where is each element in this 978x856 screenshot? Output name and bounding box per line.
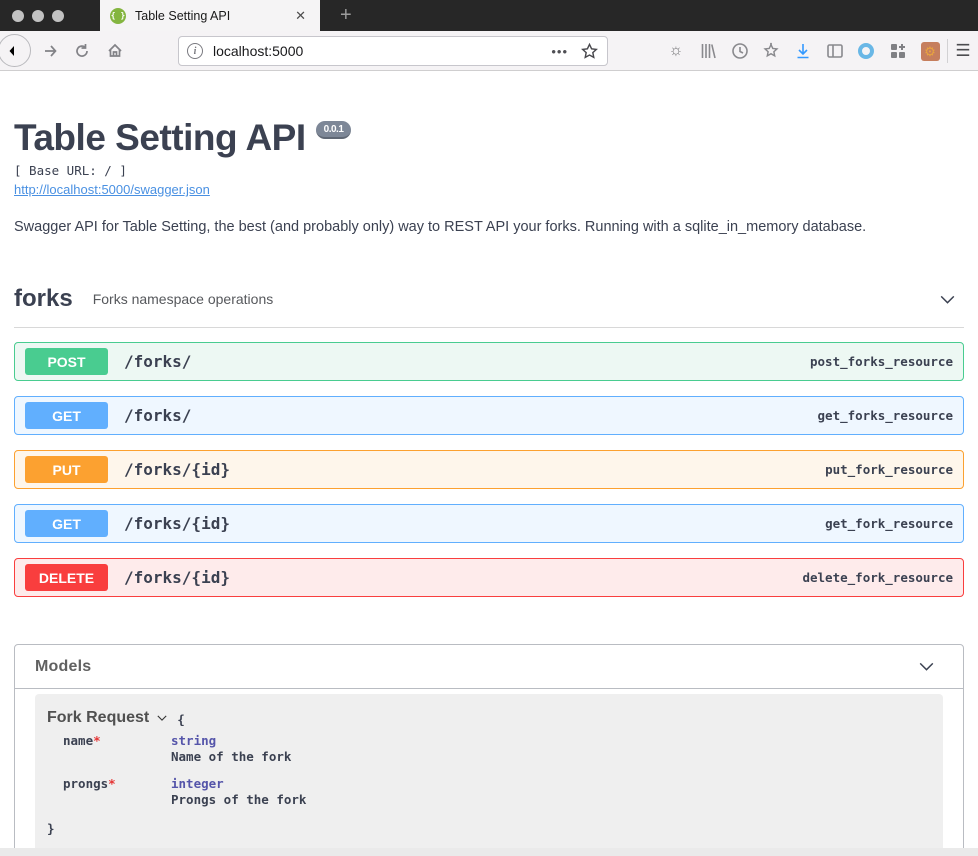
library-icon[interactable] xyxy=(697,40,719,62)
models-title: Models xyxy=(35,657,92,675)
ring-extension-icon[interactable] xyxy=(855,40,877,62)
tab-title: Table Setting API xyxy=(135,8,231,23)
forks-tag-header[interactable]: forks Forks namespace operations xyxy=(14,285,964,328)
swagger-favicon-icon: { } xyxy=(110,7,126,24)
property-value: string Name of the fork xyxy=(171,733,291,764)
property-type: integer xyxy=(171,776,224,791)
api-title-text: Table Setting API xyxy=(14,117,306,158)
forward-arrow-icon xyxy=(45,45,57,57)
property-name-text: prongs xyxy=(63,776,109,791)
property-name-text: name xyxy=(63,733,94,748)
operation-row[interactable]: GET /forks/{id} get_fork_resource xyxy=(14,504,964,543)
required-star: * xyxy=(93,733,101,748)
model-name: Fork Request xyxy=(47,708,150,726)
swagger-ui: Table Setting API 0.0.1 [ Base URL: / ] … xyxy=(0,71,978,856)
downloads-icon[interactable] xyxy=(792,40,814,62)
reload-icon xyxy=(76,44,88,57)
back-arrow-icon xyxy=(9,45,20,56)
close-brace: } xyxy=(47,821,55,836)
home-button[interactable] xyxy=(103,39,127,63)
site-info-icon[interactable]: i xyxy=(187,43,203,59)
new-tab-button[interactable]: + xyxy=(332,2,360,29)
operation-row[interactable]: GET /forks/ get_forks_resource xyxy=(14,396,964,435)
url-text[interactable]: localhost:5000 xyxy=(213,43,551,59)
operation-id: delete_fork_resource xyxy=(802,570,953,585)
property-type: string xyxy=(171,733,217,748)
operation-path: /forks/{id} xyxy=(124,568,230,587)
operation-row[interactable]: DELETE /forks/{id} delete_fork_resource xyxy=(14,558,964,597)
operation-id: put_fork_resource xyxy=(825,462,953,477)
grid-extension-icon[interactable] xyxy=(887,40,909,62)
ring-shape xyxy=(858,43,874,59)
property-description: Name of the fork xyxy=(171,749,292,764)
gear-icon: ⚙ xyxy=(920,41,940,61)
page-actions-icon[interactable]: ••• xyxy=(551,44,568,59)
tag-description: Forks namespace operations xyxy=(92,291,274,307)
window-zoom-button[interactable] xyxy=(52,10,64,22)
models-chevron-down-icon[interactable] xyxy=(910,656,943,677)
home-icon xyxy=(108,43,122,57)
swagger-json-link[interactable]: http://localhost:5000/swagger.json xyxy=(14,182,210,197)
operation-path: /forks/{id} xyxy=(124,460,230,479)
required-star: * xyxy=(108,776,116,791)
reload-button[interactable] xyxy=(70,39,94,63)
open-brace: { xyxy=(177,712,185,727)
base-url: [ Base URL: / ] xyxy=(14,163,127,178)
operation-id: get_forks_resource xyxy=(817,408,953,423)
tab-close-icon[interactable]: ✕ xyxy=(291,6,310,26)
operation-row[interactable]: PUT /forks/{id} put_fork_resource xyxy=(14,450,964,489)
settings-extension-icon[interactable]: ⚙ xyxy=(919,40,941,62)
fork-request-model: Fork Request { name* string Name of the … xyxy=(35,694,943,852)
operation-path: /forks/ xyxy=(124,352,192,371)
property-value: integer Prongs of the fork xyxy=(171,776,306,807)
property-description: Prongs of the fork xyxy=(171,792,307,807)
model-property-row: prongs* integer Prongs of the fork xyxy=(63,776,931,807)
sidebar-toggle-icon[interactable] xyxy=(824,40,846,62)
tab-bar: { } Table Setting API ✕ + xyxy=(0,0,978,31)
operation-row[interactable]: POST /forks/ post_forks_resource xyxy=(14,342,964,381)
browser-toolbar: i localhost:5000 ••• ☼ ⚙ ☰ xyxy=(0,31,978,71)
operation-id: get_fork_resource xyxy=(825,516,953,531)
chevron-down-icon[interactable] xyxy=(931,289,964,310)
back-button[interactable] xyxy=(0,34,31,67)
bookmarks-menu-icon[interactable] xyxy=(760,40,782,62)
property-name: name* xyxy=(63,733,171,764)
model-chevron-down-icon[interactable] xyxy=(155,711,169,725)
operation-id: post_forks_resource xyxy=(810,354,953,369)
operations-list: POST /forks/ post_forks_resource GET /fo… xyxy=(14,342,964,597)
firefox-window: { } Table Setting API ✕ + i localhost:50… xyxy=(0,0,978,856)
page-bottom-strip xyxy=(0,848,978,856)
browser-tab[interactable]: { } Table Setting API ✕ xyxy=(100,0,320,31)
models-body: Fork Request { name* string Name of the … xyxy=(15,689,963,856)
window-minimize-button[interactable] xyxy=(32,10,44,22)
brightness-extension-icon[interactable]: ☼ xyxy=(665,40,687,62)
model-head[interactable]: Fork Request { xyxy=(47,708,931,728)
method-badge: POST xyxy=(25,348,108,375)
url-bar[interactable]: i localhost:5000 ••• xyxy=(178,36,608,66)
history-clock-icon[interactable] xyxy=(729,40,751,62)
models-section: Models Fork Request { name* string Name … xyxy=(14,644,964,856)
window-controls xyxy=(12,10,64,22)
menu-hamburger-icon[interactable]: ☰ xyxy=(952,40,974,62)
property-name: prongs* xyxy=(63,776,171,807)
api-title: Table Setting API 0.0.1 xyxy=(14,117,964,159)
method-badge: GET xyxy=(25,402,108,429)
api-description: Swagger API for Table Setting, the best … xyxy=(14,219,867,235)
forward-button[interactable] xyxy=(38,39,62,63)
models-header[interactable]: Models xyxy=(15,645,963,689)
operation-path: /forks/ xyxy=(124,406,192,425)
model-property-row: name* string Name of the fork xyxy=(63,733,931,764)
operation-path: /forks/{id} xyxy=(124,514,230,533)
bookmark-star-icon[interactable] xyxy=(580,42,599,61)
method-badge: PUT xyxy=(25,456,108,483)
window-close-button[interactable] xyxy=(12,10,24,22)
method-badge: GET xyxy=(25,510,108,537)
toolbar-separator xyxy=(947,39,948,63)
version-badge: 0.0.1 xyxy=(315,121,352,139)
tag-name: forks xyxy=(14,285,73,312)
method-badge: DELETE xyxy=(25,564,108,591)
